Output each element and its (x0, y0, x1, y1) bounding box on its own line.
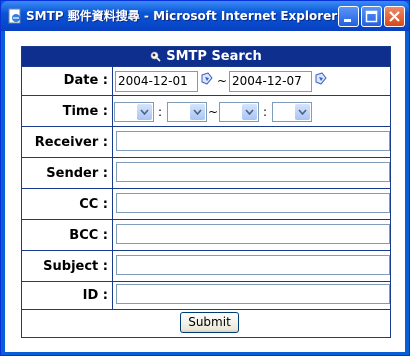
minimize-button[interactable] (338, 6, 359, 27)
date-from-input[interactable]: 2004-12-01 (115, 71, 198, 92)
maximize-icon (365, 10, 378, 23)
submit-button[interactable]: Submit (180, 312, 239, 333)
date-separator: ~ (217, 74, 228, 88)
bcc-label: BCC : (69, 228, 108, 243)
bcc-input[interactable] (116, 224, 390, 244)
sender-input[interactable] (116, 162, 390, 182)
time-colon: : (263, 105, 268, 119)
maximize-button[interactable] (361, 6, 382, 27)
title-bar[interactable]: SMTP 郵件資料搜尋 - Microsoft Internet Explore… (1, 1, 409, 31)
time-label: Time : (62, 104, 108, 119)
chevron-down-icon (295, 104, 310, 120)
row-divider (22, 250, 390, 251)
subject-input[interactable] (116, 255, 390, 275)
row-divider (22, 188, 390, 189)
ie-page-icon (7, 8, 23, 24)
page-content: SMTP Search Date : 2004-12-01 ~ 2004-12-… (5, 31, 405, 352)
chevron-down-icon (242, 104, 257, 120)
id-label: ID : (82, 288, 108, 303)
sender-label: Sender : (46, 166, 108, 181)
date-to-input[interactable]: 2004-12-07 (229, 71, 312, 92)
id-input[interactable] (116, 284, 390, 304)
calendar-icon[interactable] (314, 72, 328, 86)
subject-label: Subject : (43, 259, 108, 274)
cc-input[interactable] (116, 193, 390, 213)
column-divider (112, 66, 113, 309)
cc-label: CC : (79, 197, 108, 212)
form-title: SMTP Search (166, 49, 262, 64)
window-title: SMTP 郵件資料搜尋 - Microsoft Internet Explore… (26, 9, 338, 23)
close-icon (389, 11, 400, 22)
date-label: Date : (63, 73, 108, 88)
receiver-label: Receiver : (34, 135, 108, 150)
smtp-search-form: SMTP Search Date : 2004-12-01 ~ 2004-12-… (21, 46, 391, 338)
row-divider (22, 157, 390, 158)
row-divider (22, 126, 390, 127)
close-button[interactable] (384, 6, 405, 27)
receiver-input[interactable] (116, 131, 390, 151)
time-colon: : (158, 105, 163, 119)
minimize-icon (344, 19, 351, 22)
chevron-down-icon (190, 104, 205, 120)
chevron-down-icon (137, 104, 152, 120)
start-hour-select[interactable] (114, 102, 154, 122)
time-separator: ~ (208, 105, 219, 119)
row-divider (22, 219, 390, 220)
row-divider (22, 309, 390, 310)
calendar-icon[interactable] (200, 72, 214, 86)
end-minute-select[interactable] (272, 102, 312, 122)
end-hour-select[interactable] (219, 102, 259, 122)
row-divider (22, 66, 390, 67)
row-divider (22, 281, 390, 282)
form-header: SMTP Search (22, 47, 390, 66)
row-divider (22, 95, 390, 96)
start-minute-select[interactable] (167, 102, 207, 122)
browser-window: SMTP 郵件資料搜尋 - Microsoft Internet Explore… (0, 0, 410, 356)
